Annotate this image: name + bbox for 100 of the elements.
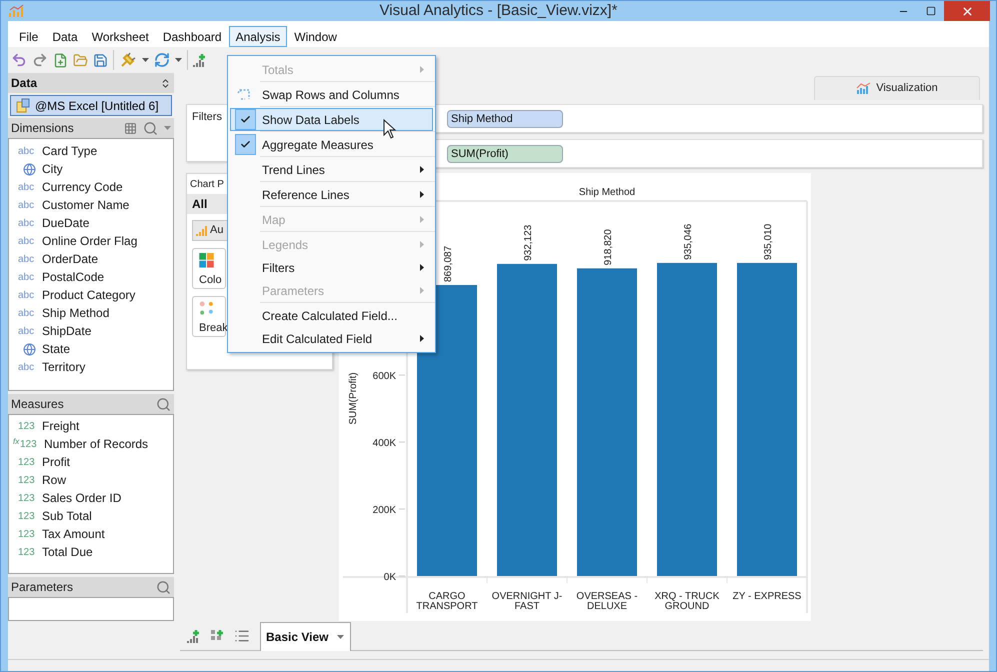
axis-tick: 400K <box>372 438 406 450</box>
field-name: ShipDate <box>42 323 92 340</box>
axis-tick: 200K <box>372 505 406 516</box>
type-label: 123 <box>18 456 36 470</box>
type-label: 123 <box>20 438 38 452</box>
field-item[interactable]: 123 Row <box>9 471 173 489</box>
field-item[interactable]: 123 Total Due <box>9 543 173 561</box>
add-chart-icon[interactable] <box>193 52 208 68</box>
search-icon[interactable] <box>143 120 158 136</box>
menu-item[interactable]: Reference Lines <box>230 183 433 206</box>
menu-item-label: Edit Calculated Field <box>262 330 374 348</box>
search-icon[interactable] <box>156 396 171 412</box>
field-name: Currency Code <box>42 179 123 196</box>
field-item[interactable]: abc Ship Method <box>9 304 173 322</box>
menu-item-label: Parameters <box>262 282 326 300</box>
search-icon[interactable] <box>156 580 171 594</box>
plug-icon[interactable] <box>119 51 137 69</box>
field-pill[interactable]: Ship Method <box>447 110 563 128</box>
formula-mark: fx <box>13 436 20 448</box>
sort-icon[interactable] <box>160 78 171 88</box>
field-item[interactable]: abc ShipDate <box>9 322 173 340</box>
menu-item[interactable]: Edit Calculated Field <box>230 327 433 350</box>
menu-item[interactable]: Trend Lines <box>230 158 433 181</box>
value-label: 932,123 <box>523 224 534 261</box>
axis-title: SUM(Profit) <box>348 372 359 425</box>
type-label: 123 <box>18 420 36 434</box>
menu-item[interactable]: Create Calculated Field... <box>230 304 433 327</box>
type-label: abc <box>18 180 36 194</box>
chart-type-button[interactable]: Au <box>192 220 228 241</box>
field-name: Card Type <box>42 143 98 160</box>
menu-button[interactable]: Dashboard <box>156 26 229 47</box>
submenu-arrow-icon <box>420 191 424 198</box>
list-icon[interactable] <box>234 628 250 644</box>
menu-button[interactable]: Window <box>287 26 344 47</box>
category-label: OVERNIGHT J- FAST <box>492 591 562 612</box>
menu-button[interactable]: Analysis <box>228 26 288 47</box>
field-item[interactable]: abc Card Type <box>9 142 173 160</box>
undo-icon[interactable] <box>11 52 27 68</box>
y-tick-label: 200K <box>372 505 396 516</box>
refresh-icon[interactable] <box>154 52 170 68</box>
check-icon <box>234 109 256 130</box>
field-item[interactable]: State <box>9 340 173 358</box>
dropdown-caret-icon <box>337 635 344 639</box>
menu-item-label: Map <box>262 212 286 228</box>
field-item[interactable]: abc Product Category <box>9 286 173 304</box>
property-card[interactable]: Colo <box>192 248 226 289</box>
menu-item-label: Legends <box>262 236 310 254</box>
add-chart-icon[interactable] <box>187 628 202 644</box>
field-item[interactable]: abc Territory <box>9 358 173 376</box>
field-name: State <box>42 341 70 358</box>
check-icon <box>234 134 256 155</box>
close-button[interactable] <box>944 1 990 21</box>
y-tick-label: 0K <box>384 572 396 583</box>
field-item[interactable]: abc PostalCode <box>9 268 173 286</box>
save-icon[interactable] <box>93 52 108 68</box>
type-label: 123 <box>18 546 36 560</box>
excel-icon <box>16 98 30 113</box>
property-card[interactable]: Break <box>192 296 226 337</box>
field-item[interactable]: City <box>9 160 173 178</box>
field-item[interactable]: 123 Sales Order ID <box>9 489 173 507</box>
field-item[interactable]: abc Customer Name <box>9 196 173 214</box>
y-tick-label: 400K <box>372 438 396 450</box>
table-icon[interactable] <box>124 122 137 134</box>
datasource-item[interactable]: @MS Excel [Untitled 6] <box>10 95 172 116</box>
type-label: abc <box>18 288 36 302</box>
menu-button[interactable]: File <box>12 26 46 47</box>
field-name: Row <box>42 472 66 489</box>
menu-button[interactable]: Worksheet <box>84 26 156 47</box>
sheet-tab[interactable]: Basic View <box>260 622 351 651</box>
field-item[interactable]: abc OrderDate <box>9 250 173 268</box>
axis-tick: 600K <box>372 371 406 382</box>
menu-item[interactable]: Aggregate Measures <box>230 133 433 156</box>
field-item[interactable]: 123 Freight <box>9 417 173 435</box>
menu-item-label: Totals <box>262 62 294 78</box>
menu-item[interactable]: Filters <box>230 256 433 279</box>
field-item[interactable]: 123 Profit <box>9 453 173 471</box>
panel-title: Data <box>11 75 38 92</box>
type-label: abc <box>18 270 36 284</box>
new-file-icon[interactable] <box>53 52 68 68</box>
field-pill[interactable]: SUM(Profit) <box>447 144 563 162</box>
field-name: Tax Amount <box>42 526 105 543</box>
menu-item-label: Trend Lines <box>262 162 326 178</box>
field-item[interactable]: 123 Tax Amount <box>9 525 173 543</box>
value-label: 935,046 <box>683 224 694 260</box>
field-item[interactable]: abc Online Order Flag <box>9 232 173 250</box>
visualization-tab[interactable]: Visualization <box>814 76 980 100</box>
field-name: Customer Name <box>42 197 130 214</box>
type-label: abc <box>18 306 36 320</box>
menu-item-label: Create Calculated Field... <box>262 308 398 324</box>
folder-icon[interactable] <box>73 52 88 68</box>
field-item[interactable]: abc DueDate <box>9 214 173 232</box>
maximize-icon <box>926 6 936 16</box>
field-item[interactable]: abc Currency Code <box>9 178 173 196</box>
field-name: Freight <box>42 418 80 435</box>
menu-item[interactable]: Swap Rows and Columns <box>230 83 433 106</box>
menu-button[interactable]: Data <box>45 26 85 47</box>
category-label: OVERSEAS - DELUXE <box>576 591 638 612</box>
field-name: Ship Method <box>42 305 110 322</box>
redo-icon[interactable] <box>32 52 48 68</box>
field-item[interactable]: 123 Sub Total <box>9 507 173 525</box>
